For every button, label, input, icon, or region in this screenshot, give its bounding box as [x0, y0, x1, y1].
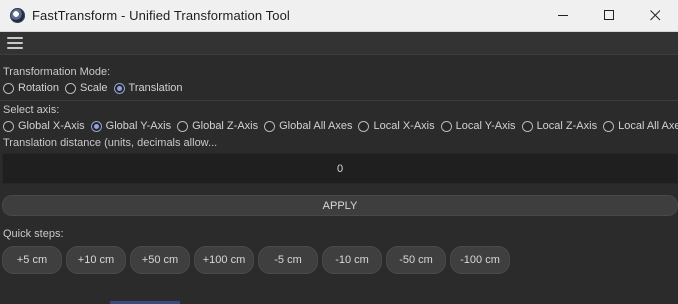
- axis-option-label: Local Y-Axis: [455, 120, 516, 132]
- radio-dot-icon: [603, 120, 615, 132]
- axis-radio-global-x-axis[interactable]: Global X-Axis: [3, 120, 85, 132]
- mode-label: Transformation Mode:: [3, 66, 111, 78]
- radio-dot-icon: [3, 82, 14, 94]
- mode-option-label: Scale: [79, 82, 108, 94]
- axis-option-label: Global All Axes: [279, 120, 353, 132]
- radio-dot-icon: [358, 120, 370, 132]
- axis-label: Select axis:: [3, 104, 60, 116]
- axis-option-label: Global X-Axis: [18, 120, 85, 132]
- axis-radio-global-z-axis[interactable]: Global Z-Axis: [177, 120, 258, 132]
- quick-step-button[interactable]: +50 cm: [130, 246, 190, 274]
- menu-bar: [0, 32, 678, 55]
- axis-option-label: Global Y-Axis: [105, 120, 172, 132]
- radio-dot-icon: [440, 120, 452, 132]
- radio-dot-icon: [64, 82, 76, 94]
- title-bar: FastTransform - Unified Transformation T…: [0, 0, 678, 32]
- radio-dot-icon: [521, 120, 533, 132]
- quick-step-button[interactable]: +10 cm: [66, 246, 126, 274]
- hamburger-menu-icon[interactable]: [7, 37, 23, 49]
- quick-step-button[interactable]: -5 cm: [258, 246, 318, 274]
- close-icon: [649, 10, 660, 21]
- radio-dot-icon: [113, 82, 125, 94]
- axis-radio-global-all-axes[interactable]: Global All Axes: [264, 120, 352, 132]
- divider: [0, 100, 678, 101]
- axis-option-label: Local X-Axis: [373, 120, 435, 132]
- mode-radio-group: Rotation Scale Translation: [3, 79, 678, 97]
- window-title: FastTransform - Unified Transformation T…: [32, 8, 290, 23]
- axis-radio-local-y-axis[interactable]: Local Y-Axis: [440, 120, 516, 132]
- axis-radio-local-x-axis[interactable]: Local X-Axis: [358, 120, 435, 132]
- radio-dot-icon: [177, 120, 189, 132]
- app-window: FastTransform - Unified Transformation T…: [0, 0, 678, 304]
- close-button[interactable]: [632, 0, 678, 31]
- radio-dot-icon: [3, 120, 14, 132]
- mode-radio-scale[interactable]: Scale: [64, 82, 108, 94]
- axis-option-label: Global Z-Axis: [192, 120, 259, 132]
- axis-option-label: Local Z-Axis: [536, 120, 598, 132]
- axis-option-label: Local All Axes: [618, 120, 678, 132]
- quick-step-button[interactable]: -50 cm: [386, 246, 446, 274]
- axis-radio-local-z-axis[interactable]: Local Z-Axis: [521, 120, 598, 132]
- radio-dot-icon: [264, 120, 276, 132]
- axis-radio-group: Global X-Axis Global Y-Axis Global Z-Axis G…: [3, 117, 678, 135]
- maximize-icon: [603, 10, 614, 20]
- maximize-button[interactable]: [586, 0, 632, 31]
- window-controls: [540, 0, 678, 31]
- apply-button[interactable]: APPLY: [2, 195, 678, 216]
- quick-step-button[interactable]: -10 cm: [322, 246, 382, 274]
- distance-label: Translation distance (units, decimals al…: [3, 137, 218, 149]
- axis-radio-local-all-axes[interactable]: Local All Axes: [603, 120, 678, 132]
- mode-option-label: Rotation: [18, 82, 59, 94]
- axis-radio-global-y-axis[interactable]: Global Y-Axis: [90, 120, 172, 132]
- quick-steps-group: +5 cm +10 cm +50 cm +100 cm -5 cm -10 cm -50 c…: [2, 246, 678, 274]
- minimize-button[interactable]: [540, 0, 586, 31]
- quick-step-button[interactable]: -100 cm: [450, 246, 510, 274]
- minimize-icon: [557, 15, 568, 16]
- mode-radio-translation[interactable]: Translation: [113, 82, 183, 94]
- distance-input[interactable]: 0: [2, 153, 678, 184]
- radio-dot-icon: [90, 120, 102, 132]
- main-content: Transformation Mode: Rotation Scale Transl…: [0, 65, 678, 274]
- quick-step-button[interactable]: +100 cm: [194, 246, 254, 274]
- mode-radio-rotation[interactable]: Rotation: [3, 82, 59, 94]
- quick-steps-label: Quick steps:: [3, 228, 64, 240]
- mode-option-label: Translation: [128, 82, 183, 94]
- quick-step-button[interactable]: +5 cm: [2, 246, 62, 274]
- app-icon: [10, 8, 25, 23]
